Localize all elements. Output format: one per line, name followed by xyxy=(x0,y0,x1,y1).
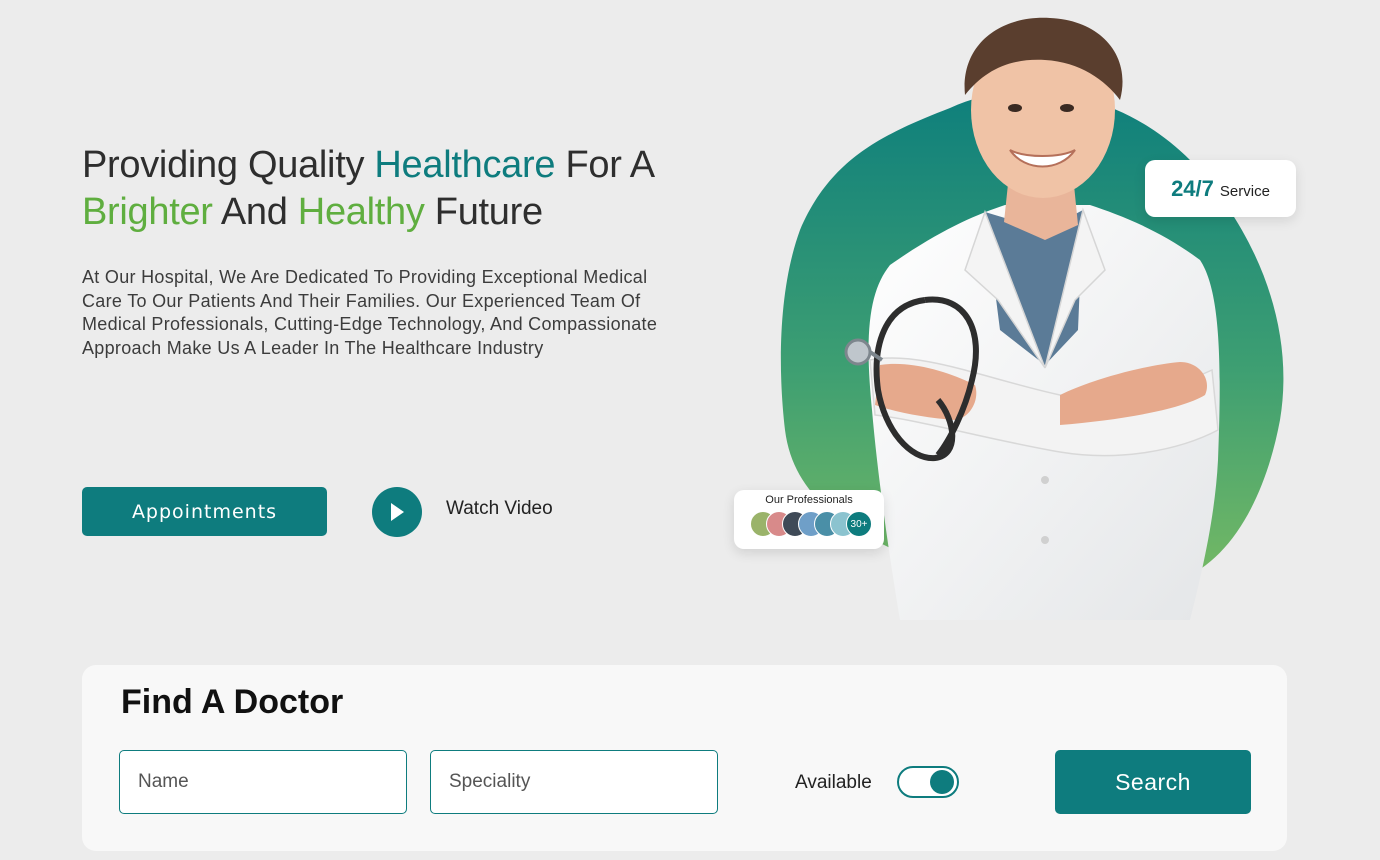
title-highlight-healthcare: Healthcare xyxy=(374,144,556,186)
title-highlight-healthy: Healthy xyxy=(297,191,425,233)
title-text-1: Providing Quality xyxy=(82,144,375,186)
available-toggle[interactable] xyxy=(897,766,959,798)
toggle-knob xyxy=(930,770,954,794)
find-doctor-title: Find A Doctor xyxy=(121,683,344,721)
search-button[interactable]: Search xyxy=(1055,750,1251,814)
professionals-title: Our Professionals xyxy=(765,494,853,506)
find-doctor-panel: Find A Doctor Available Search xyxy=(82,665,1287,851)
speciality-input[interactable] xyxy=(430,750,718,814)
hero-title: Providing Quality Healthcare For A Brigh… xyxy=(82,142,722,236)
title-text-4: Future xyxy=(424,191,543,233)
appointments-button[interactable]: Appointments xyxy=(82,487,327,536)
service-label: Service xyxy=(1219,183,1270,200)
play-video-button[interactable] xyxy=(372,487,422,537)
play-icon xyxy=(391,503,404,521)
watch-video-link[interactable]: Watch Video xyxy=(446,498,553,520)
professionals-avatars: 30+ xyxy=(750,511,880,537)
service-hours: 24/7 xyxy=(1171,175,1214,201)
title-text-2: For A xyxy=(555,144,655,186)
professionals-count: 30+ xyxy=(846,511,872,537)
title-text-3: And xyxy=(212,191,298,233)
available-label: Available xyxy=(795,772,872,793)
name-input[interactable] xyxy=(119,750,407,814)
professionals-badge: Our Professionals 30+ xyxy=(734,490,884,549)
hero-description: At Our Hospital, We Are Dedicated To Pro… xyxy=(82,267,658,358)
title-highlight-brighter: Brighter xyxy=(82,191,213,233)
service-badge: 24/7 Service xyxy=(1145,160,1296,217)
